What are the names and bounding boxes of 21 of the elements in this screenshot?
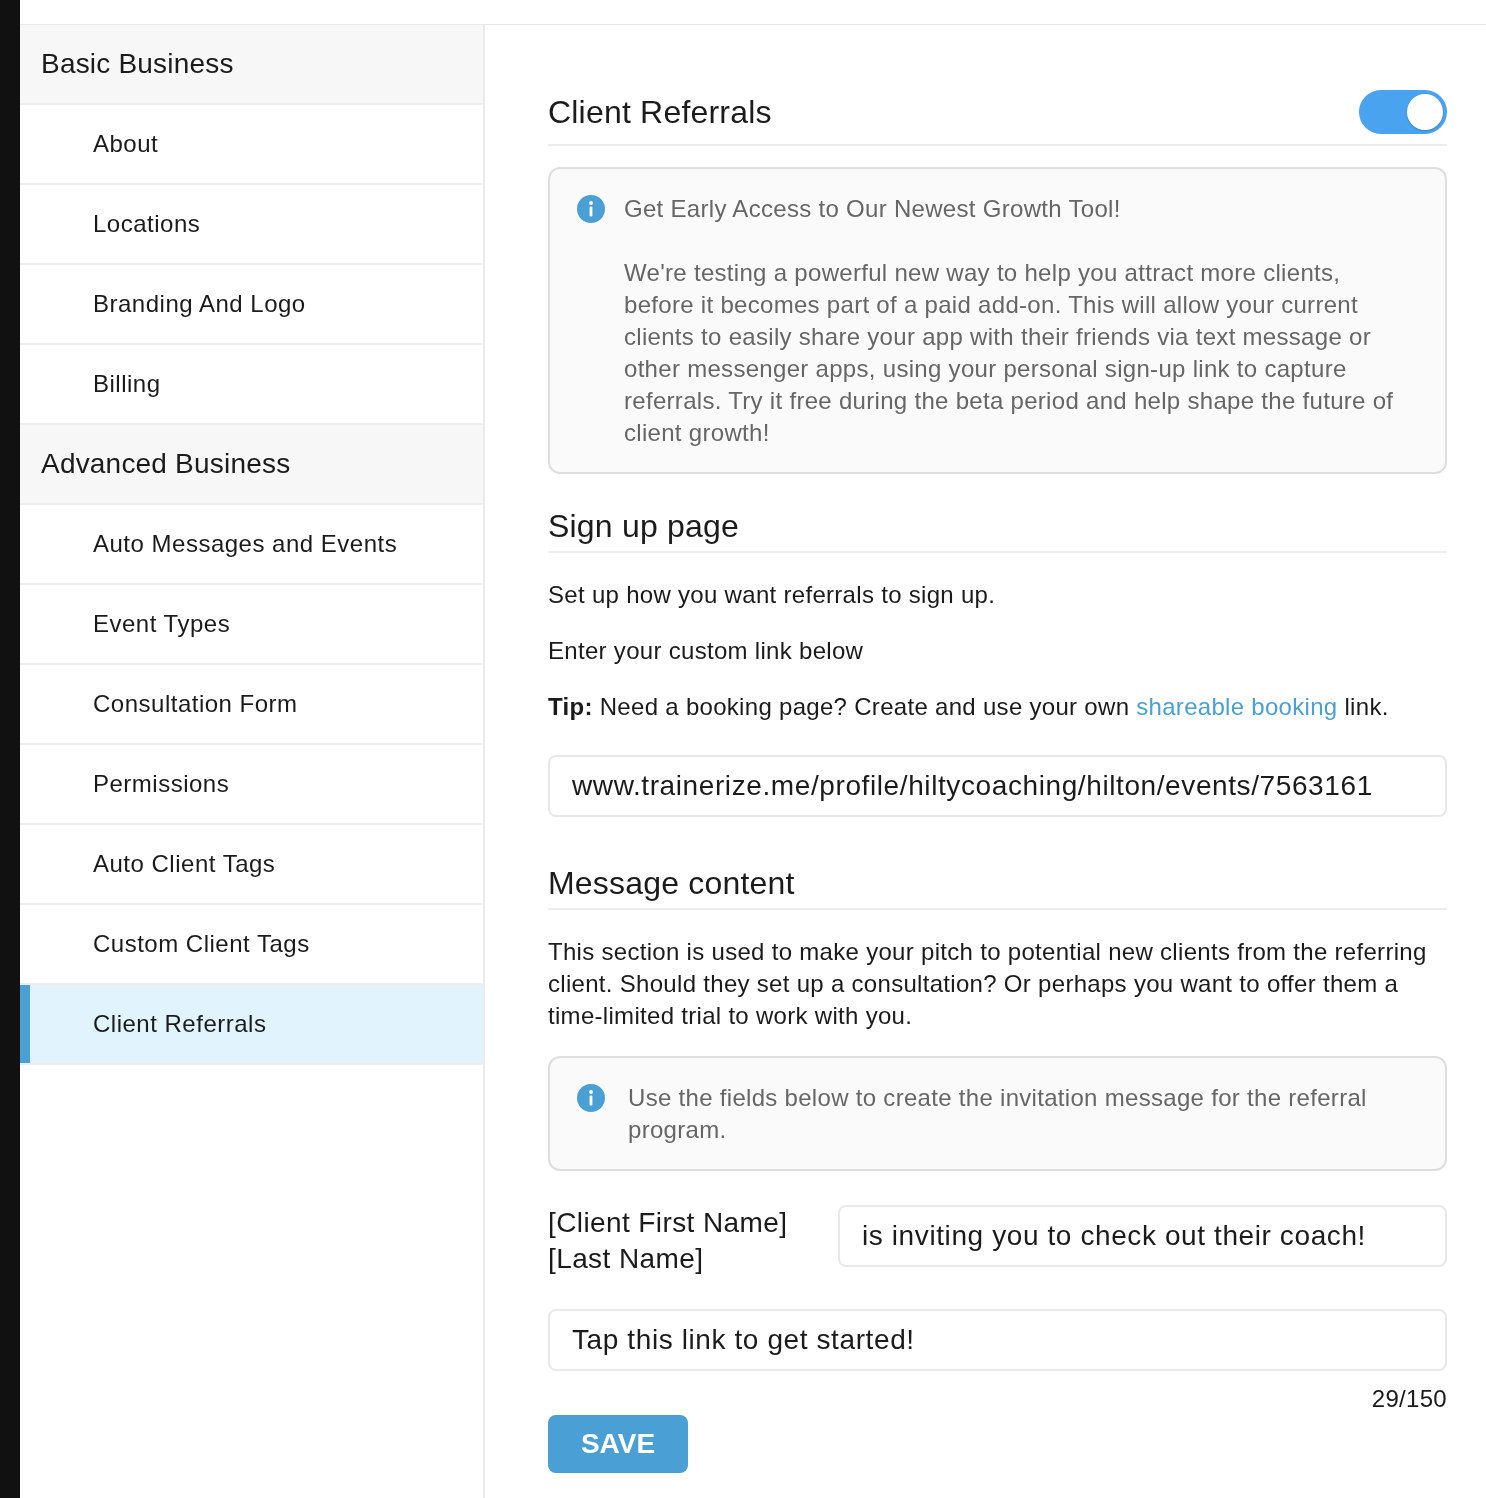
toggle-switch[interactable] (1359, 90, 1447, 134)
tip-text: Tip: Need a booking page? Create and use your own shareable booking link. (548, 692, 1389, 722)
section-title: Client Referrals (548, 93, 772, 132)
call-to-action-field[interactable]: Tap this link to get started! (548, 1309, 1447, 1371)
sidebar-group-header: Basic Business (20, 25, 483, 105)
notice-heading: Get Early Access to Our Newest Growth Tool! (624, 194, 1121, 224)
name-placeholder-label: [Client First Name] [Last Name] (548, 1206, 789, 1276)
sidebar-group-header: Advanced Business (20, 425, 483, 505)
description-text: This section is used to make your pitch to potential new clients from the referring client. Should they set up a consultation? Or perhaps you want to offer them a time-limited trial to work with you. (548, 937, 1428, 1031)
character-counter: 29/150 (1371, 1385, 1447, 1413)
sidebar-item[interactable]: Client Referrals (20, 985, 483, 1065)
notice-text: Use the fields below to create the invitation message for the referral program. (628, 1083, 1368, 1145)
invite-message-field[interactable]: is inviting you to check out their coach! (838, 1205, 1447, 1267)
info-icon (577, 195, 605, 223)
section-heading: Message content (548, 864, 795, 903)
instruction-text: Set up how you want referrals to sign up. (548, 580, 996, 610)
instruction-text: Enter your custom link below (548, 636, 864, 666)
link-field[interactable]: www.trainerize.me/profile/hiltycoaching/hilton/events/7563161 (548, 755, 1447, 817)
section-heading: Sign up page (548, 507, 739, 546)
notice-text: We're testing a powerful new way to help you attract more clients, before it becomes part of a paid add-on. This will allow your current clients to easily share your app with their friends via text message or other messenger apps, using your personal sign-up link to capture referrals. Try it free during the beta period and help shape the future of client growth! (624, 258, 1395, 448)
info-icon (577, 1084, 605, 1112)
